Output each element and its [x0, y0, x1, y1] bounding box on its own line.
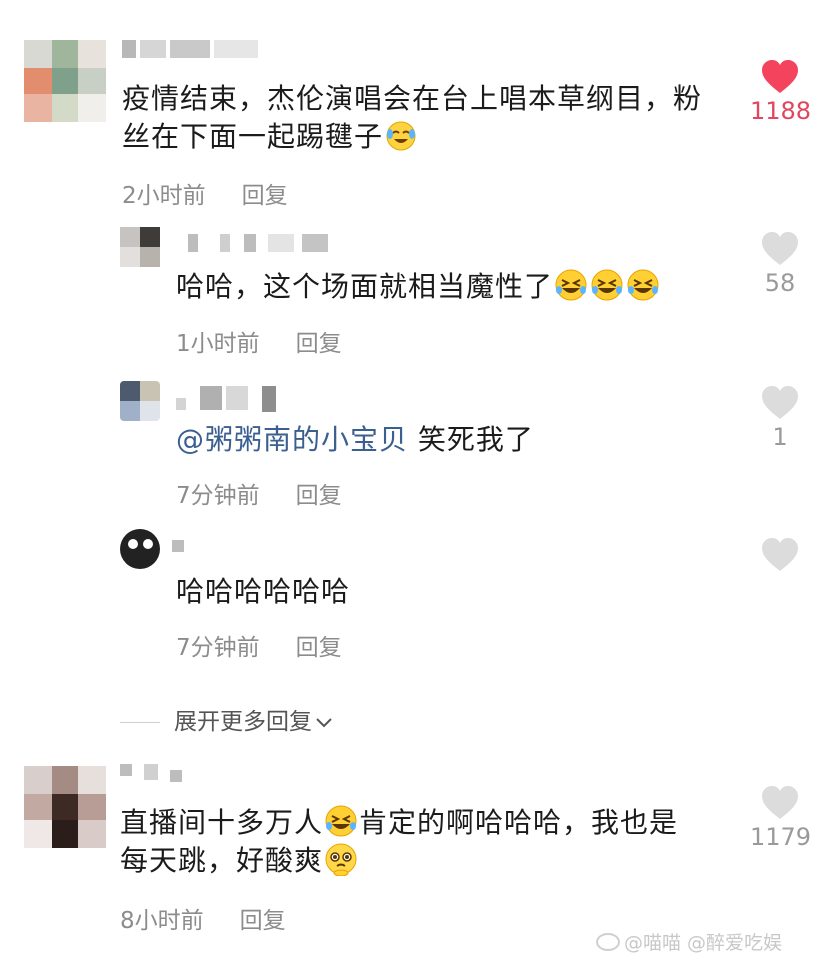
rolling-laughing-emoji [627, 269, 659, 301]
heart-icon [762, 786, 798, 819]
like-count: 58 [764, 269, 796, 297]
comment-meta: 2小时前 回复 [122, 176, 288, 210]
crying-laughing-emoji [386, 121, 416, 151]
like-button[interactable]: 1 [750, 386, 810, 452]
avatar[interactable] [120, 381, 160, 421]
reply-button[interactable]: 回复 [240, 901, 286, 935]
username-blurred[interactable] [120, 764, 190, 786]
reply-button[interactable]: 回复 [296, 476, 342, 510]
rolling-laughing-emoji [555, 269, 587, 301]
username-blurred[interactable] [182, 234, 332, 256]
pleading-emoji [325, 843, 357, 876]
comment-meta: 7分钟前 回复 [176, 628, 342, 662]
timestamp: 1小时前 [176, 331, 260, 357]
avatar[interactable] [24, 766, 106, 848]
username-blurred[interactable] [122, 40, 262, 62]
username-blurred[interactable] [176, 386, 286, 412]
watermark: @喵喵 @醉爱吃娱 [596, 928, 782, 955]
like-count: 1188 [750, 97, 812, 125]
heart-icon [762, 232, 798, 265]
like-count: 1179 [750, 823, 812, 851]
chevron-down-icon [316, 717, 332, 727]
like-button[interactable] [750, 538, 810, 574]
like-count: 1 [772, 423, 788, 451]
comment-text: 疫情结束，杰伦演唱会在台上唱本草纲目，粉 丝在下面一起踢毽子 [122, 82, 703, 153]
mention-link[interactable]: @粥粥南的小宝贝 [176, 423, 408, 456]
heart-icon [762, 386, 798, 419]
divider [120, 722, 160, 723]
like-button[interactable]: 1179 [750, 786, 812, 852]
timestamp: 8小时前 [120, 908, 204, 934]
avatar[interactable] [120, 227, 160, 267]
heart-icon [762, 538, 798, 571]
comment-text: @粥粥南的小宝贝 笑死我了 [176, 423, 534, 456]
rolling-laughing-emoji [591, 269, 623, 301]
weibo-icon [596, 933, 620, 951]
reply-button[interactable]: 回复 [296, 324, 342, 358]
avatar[interactable] [24, 40, 106, 122]
like-button[interactable]: 1188 [750, 60, 812, 126]
rolling-laughing-emoji [325, 805, 357, 837]
comment-meta: 8小时前 回复 [120, 901, 286, 935]
reply-button[interactable]: 回复 [242, 176, 288, 210]
reply-button[interactable]: 回复 [296, 628, 342, 662]
comment-meta: 1小时前 回复 [176, 324, 342, 358]
avatar[interactable] [120, 529, 160, 569]
expand-more-replies-button[interactable]: 展开更多回复 [120, 702, 334, 736]
comment-meta: 7分钟前 回复 [176, 476, 342, 510]
timestamp: 7分钟前 [176, 483, 260, 509]
comment-text: 哈哈哈哈哈哈 [176, 575, 351, 608]
heart-icon [762, 60, 798, 93]
timestamp: 2小时前 [122, 183, 206, 209]
comment-text: 直播间十多万人 肯定的啊哈哈哈，我也是 每天跳，好酸爽 [120, 805, 679, 877]
like-button[interactable]: 58 [750, 232, 810, 298]
comment-text: 哈哈，这个场面就相当魔性了 [176, 268, 661, 306]
username-blurred[interactable] [172, 540, 192, 562]
timestamp: 7分钟前 [176, 635, 260, 661]
